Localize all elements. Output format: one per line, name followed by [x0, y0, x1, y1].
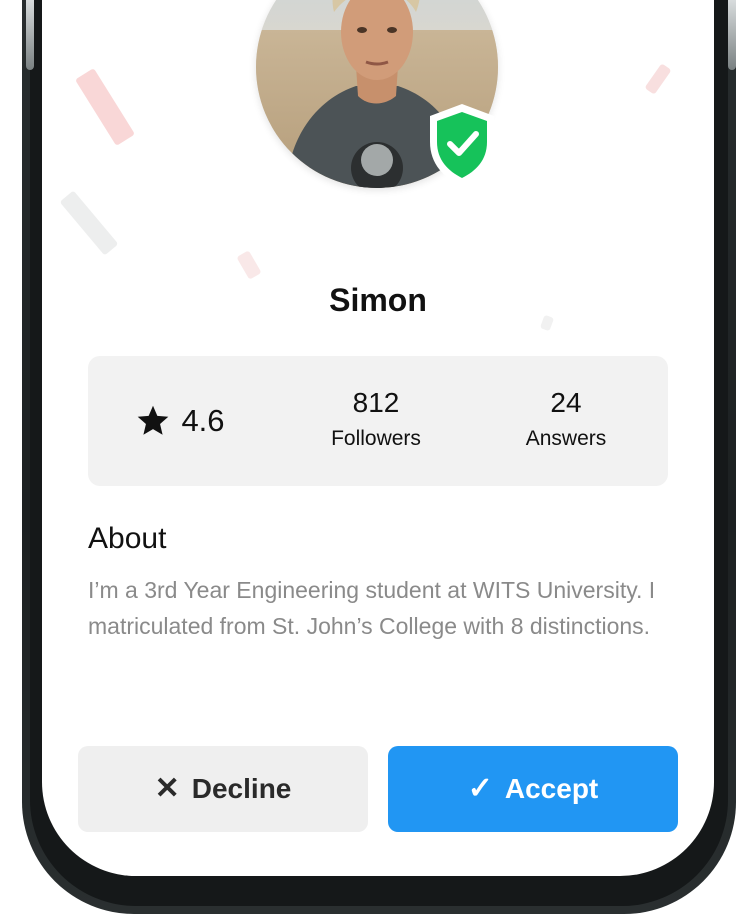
profile-screen: Simon 4.6 812 Followers 24 Answers About… [42, 0, 714, 876]
accept-label: Accept [504, 773, 599, 804]
about-heading: About [88, 522, 167, 555]
star-icon [138, 405, 169, 435]
frame-edge-left [26, 0, 34, 70]
frame-edge-right [728, 0, 736, 70]
stats-panel: 4.6 812 Followers 24 Answers [88, 356, 668, 486]
checkmark-icon: ✓ [467, 772, 493, 805]
followers-stat[interactable]: 812 Followers [296, 356, 456, 486]
profile-name: Simon [329, 282, 427, 318]
confetti-piece [644, 63, 672, 95]
screen: Simon 4.6 812 Followers 24 Answers About… [0, 0, 756, 918]
confetti-piece [236, 250, 262, 280]
followers-count: 812 [352, 387, 400, 418]
decline-button[interactable]: ✕ Decline [78, 746, 368, 832]
verified-badge-icon [430, 104, 494, 186]
profile-content: Simon 4.6 812 Followers 24 Answers About… [42, 0, 714, 876]
accept-button[interactable]: ✓ Accept [388, 746, 678, 832]
answers-label: Answers [525, 427, 607, 450]
answers-count: 24 [550, 387, 582, 418]
confetti-piece [75, 68, 135, 146]
decline-label: Decline [191, 773, 292, 804]
rating-value: 4.6 [181, 403, 225, 438]
confetti-piece [59, 190, 119, 256]
close-icon: ✕ [154, 772, 180, 805]
rating-stat: 4.6 [120, 356, 240, 486]
followers-label: Followers [331, 427, 421, 450]
about-text: I’m a 3rd Year Engineering student at WI… [88, 577, 656, 639]
answers-stat[interactable]: 24 Answers [486, 356, 646, 486]
